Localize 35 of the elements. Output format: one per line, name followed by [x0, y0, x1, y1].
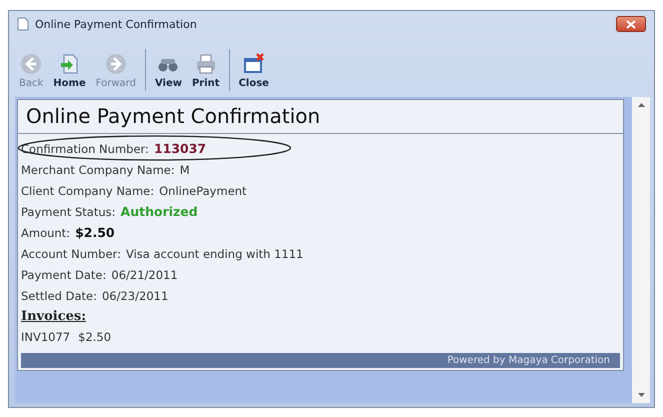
invoice-number: INV1077: [21, 330, 70, 344]
field-label: Amount:: [21, 226, 70, 240]
field-value: $2.50: [75, 225, 115, 240]
field-value: 06/23/2011: [102, 288, 168, 302]
field-value: Authorized: [120, 204, 198, 219]
field-label: Settled Date:: [21, 288, 97, 302]
field-label: Client Company Name:: [21, 184, 154, 198]
field-label: Payment Status:: [21, 204, 116, 218]
field-value: 113037: [154, 141, 206, 156]
invoices-heading: Invoices:: [21, 308, 87, 326]
printer-icon: [194, 53, 217, 75]
window-title: Online Payment Confirmation: [35, 18, 197, 30]
invoice-amount: $2.50: [78, 330, 112, 344]
scrollbar[interactable]: [632, 97, 650, 403]
page-heading: Online Payment Confirmation: [18, 100, 623, 134]
home-button[interactable]: Home: [49, 51, 90, 91]
close-icon: [626, 20, 636, 28]
field-label: Payment Date:: [21, 268, 106, 282]
close-button[interactable]: Close: [234, 51, 273, 91]
print-button[interactable]: Print: [188, 51, 224, 91]
field-value: OnlinePayment: [159, 184, 247, 198]
window-close-icon: [242, 53, 265, 75]
field-label: Account Number:: [21, 246, 121, 260]
field-label: Merchant Company Name:: [21, 162, 175, 176]
field-value: M: [180, 162, 190, 176]
up-arrow-icon: [638, 103, 644, 107]
document-icon: [17, 17, 29, 31]
page-arrow-icon: [58, 53, 80, 75]
close-button[interactable]: [616, 16, 646, 32]
view-button[interactable]: View: [150, 51, 186, 91]
footer-text: Powered by Magaya Corporation: [447, 355, 610, 366]
down-arrow-icon: [638, 393, 644, 397]
field-value: 06/21/2011: [111, 268, 178, 282]
field-label: Confirmation Number:: [21, 142, 149, 156]
field-value: Visa account ending with 1111: [126, 246, 304, 260]
